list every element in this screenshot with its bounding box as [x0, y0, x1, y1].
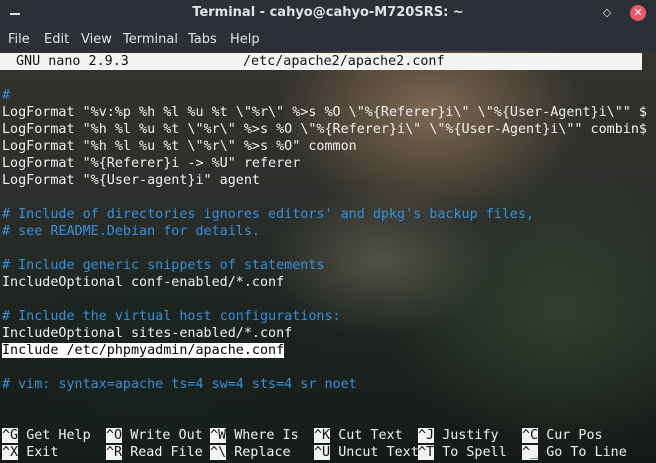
shortcut-label: Read File: [130, 445, 203, 460]
shortcut-label: Cur Pos: [546, 428, 603, 443]
menu-tabs[interactable]: Tabs: [188, 32, 217, 47]
selected-text[interactable]: Include /etc/phpmyadmin/apache.con: [2, 343, 277, 358]
nano-filename: /etc/apache2/apache2.conf: [243, 54, 445, 69]
shortcut-key: ^O: [106, 428, 123, 443]
shortcut-read-file[interactable]: ^R Read File: [106, 444, 203, 461]
shortcut-to-spell[interactable]: ^T To Spell: [418, 444, 507, 461]
text-cursor: f: [276, 343, 285, 358]
editor-line-selected[interactable]: Include /etc/phpmyadmin/apache.conf: [2, 342, 285, 359]
menu-file[interactable]: File: [8, 32, 30, 47]
shortcut-key: ^R: [106, 445, 123, 460]
editor-line[interactable]: # vim: syntax=apache ts=4 sw=4 sts=4 sr …: [2, 376, 357, 393]
editor-line[interactable]: # Include of directories ignores editors…: [2, 206, 534, 223]
menu-bar: File Edit View Terminal Tabs Help: [0, 27, 656, 51]
editor-line[interactable]: LogFormat "%{User-agent}i" agent: [2, 172, 260, 189]
terminal-area[interactable]: GNU nano 2.9.3 /etc/apache2/apache2.conf…: [0, 51, 656, 463]
shortcut-label: Uncut Text: [338, 445, 419, 460]
shortcut-where-is[interactable]: ^W Where Is: [210, 427, 299, 444]
shortcut-label: Justify: [442, 428, 499, 443]
shortcut-cut-text[interactable]: ^K Cut Text: [314, 427, 403, 444]
shortcut-key: ^T: [418, 445, 435, 460]
shortcut-get-help[interactable]: ^G Get Help: [2, 427, 91, 444]
shortcut-replace[interactable]: ^\ Replace: [210, 444, 291, 461]
shortcut-key: ^K: [314, 428, 331, 443]
editor-line[interactable]: LogFormat "%h %l %u %t \"%r\" %>s %O" co…: [2, 138, 357, 155]
shortcut-label: Where Is: [234, 428, 299, 443]
menu-help[interactable]: Help: [230, 32, 260, 47]
shortcut-key: ^C: [522, 428, 539, 443]
shortcut-label: To Spell: [442, 445, 507, 460]
editor-line[interactable]: LogFormat "%{Referer}i -> %U" referer: [2, 155, 300, 172]
shortcut-key: ^W: [210, 428, 227, 443]
nano-version: GNU nano 2.9.3: [16, 54, 129, 69]
terminal-window: Terminal - cahyo@cahyo-M720SRS: ~ ◇ ✕ Fi…: [0, 0, 656, 463]
shortcut-key: ^_: [522, 445, 539, 460]
shortcut-label: Get Help: [26, 428, 91, 443]
shortcut-cur-pos[interactable]: ^C Cur Pos: [522, 427, 603, 444]
editor-line[interactable]: # Include the virtual host configuration…: [2, 308, 341, 325]
editor-line[interactable]: #: [2, 87, 10, 104]
menu-view[interactable]: View: [81, 32, 112, 47]
editor-line[interactable]: # Include generic snippets of statements: [2, 257, 324, 274]
editor-line[interactable]: IncludeOptional sites-enabled/*.conf: [2, 325, 292, 342]
close-button[interactable]: ✕: [630, 5, 646, 21]
nano-header: GNU nano 2.9.3 /etc/apache2/apache2.conf: [0, 53, 642, 70]
shortcut-label: Cut Text: [338, 428, 403, 443]
shortcut-uncut-text[interactable]: ^U Uncut Text: [314, 444, 419, 461]
menu-terminal[interactable]: Terminal: [123, 32, 178, 47]
shortcut-justify[interactable]: ^J Justify: [418, 427, 499, 444]
shortcut-write-out[interactable]: ^O Write Out: [106, 427, 203, 444]
maximize-button[interactable]: ◇: [599, 5, 615, 21]
shortcut-label: Go To Line: [546, 445, 627, 460]
editor-line[interactable]: # see README.Debian for details.: [2, 223, 260, 240]
shortcut-key: ^X: [2, 445, 19, 460]
shortcut-label: Write Out: [130, 428, 203, 443]
shortcut-key: ^\: [210, 445, 227, 460]
shortcut-label: Exit: [26, 445, 59, 460]
shortcut-label: Replace: [234, 445, 291, 460]
editor-line[interactable]: LogFormat "%h %l %u %t \"%r\" %>s %O \"%…: [2, 121, 647, 138]
editor-line[interactable]: LogFormat "%v:%p %h %l %u %t \"%r\" %>s …: [2, 104, 647, 121]
editor-line[interactable]: IncludeOptional conf-enabled/*.conf: [2, 274, 284, 291]
shortcut-key: ^G: [2, 428, 19, 443]
window-title: Terminal - cahyo@cahyo-M720SRS: ~: [192, 5, 464, 20]
shortcut-key: ^J: [418, 428, 435, 443]
menu-edit[interactable]: Edit: [44, 32, 69, 47]
shortcut-key: ^U: [314, 445, 331, 460]
shortcut-go-to-line[interactable]: ^_ Go To Line: [522, 444, 627, 461]
shortcut-exit[interactable]: ^X Exit: [2, 444, 58, 461]
title-bar[interactable]: Terminal - cahyo@cahyo-M720SRS: ~ ◇ ✕: [0, 0, 656, 27]
